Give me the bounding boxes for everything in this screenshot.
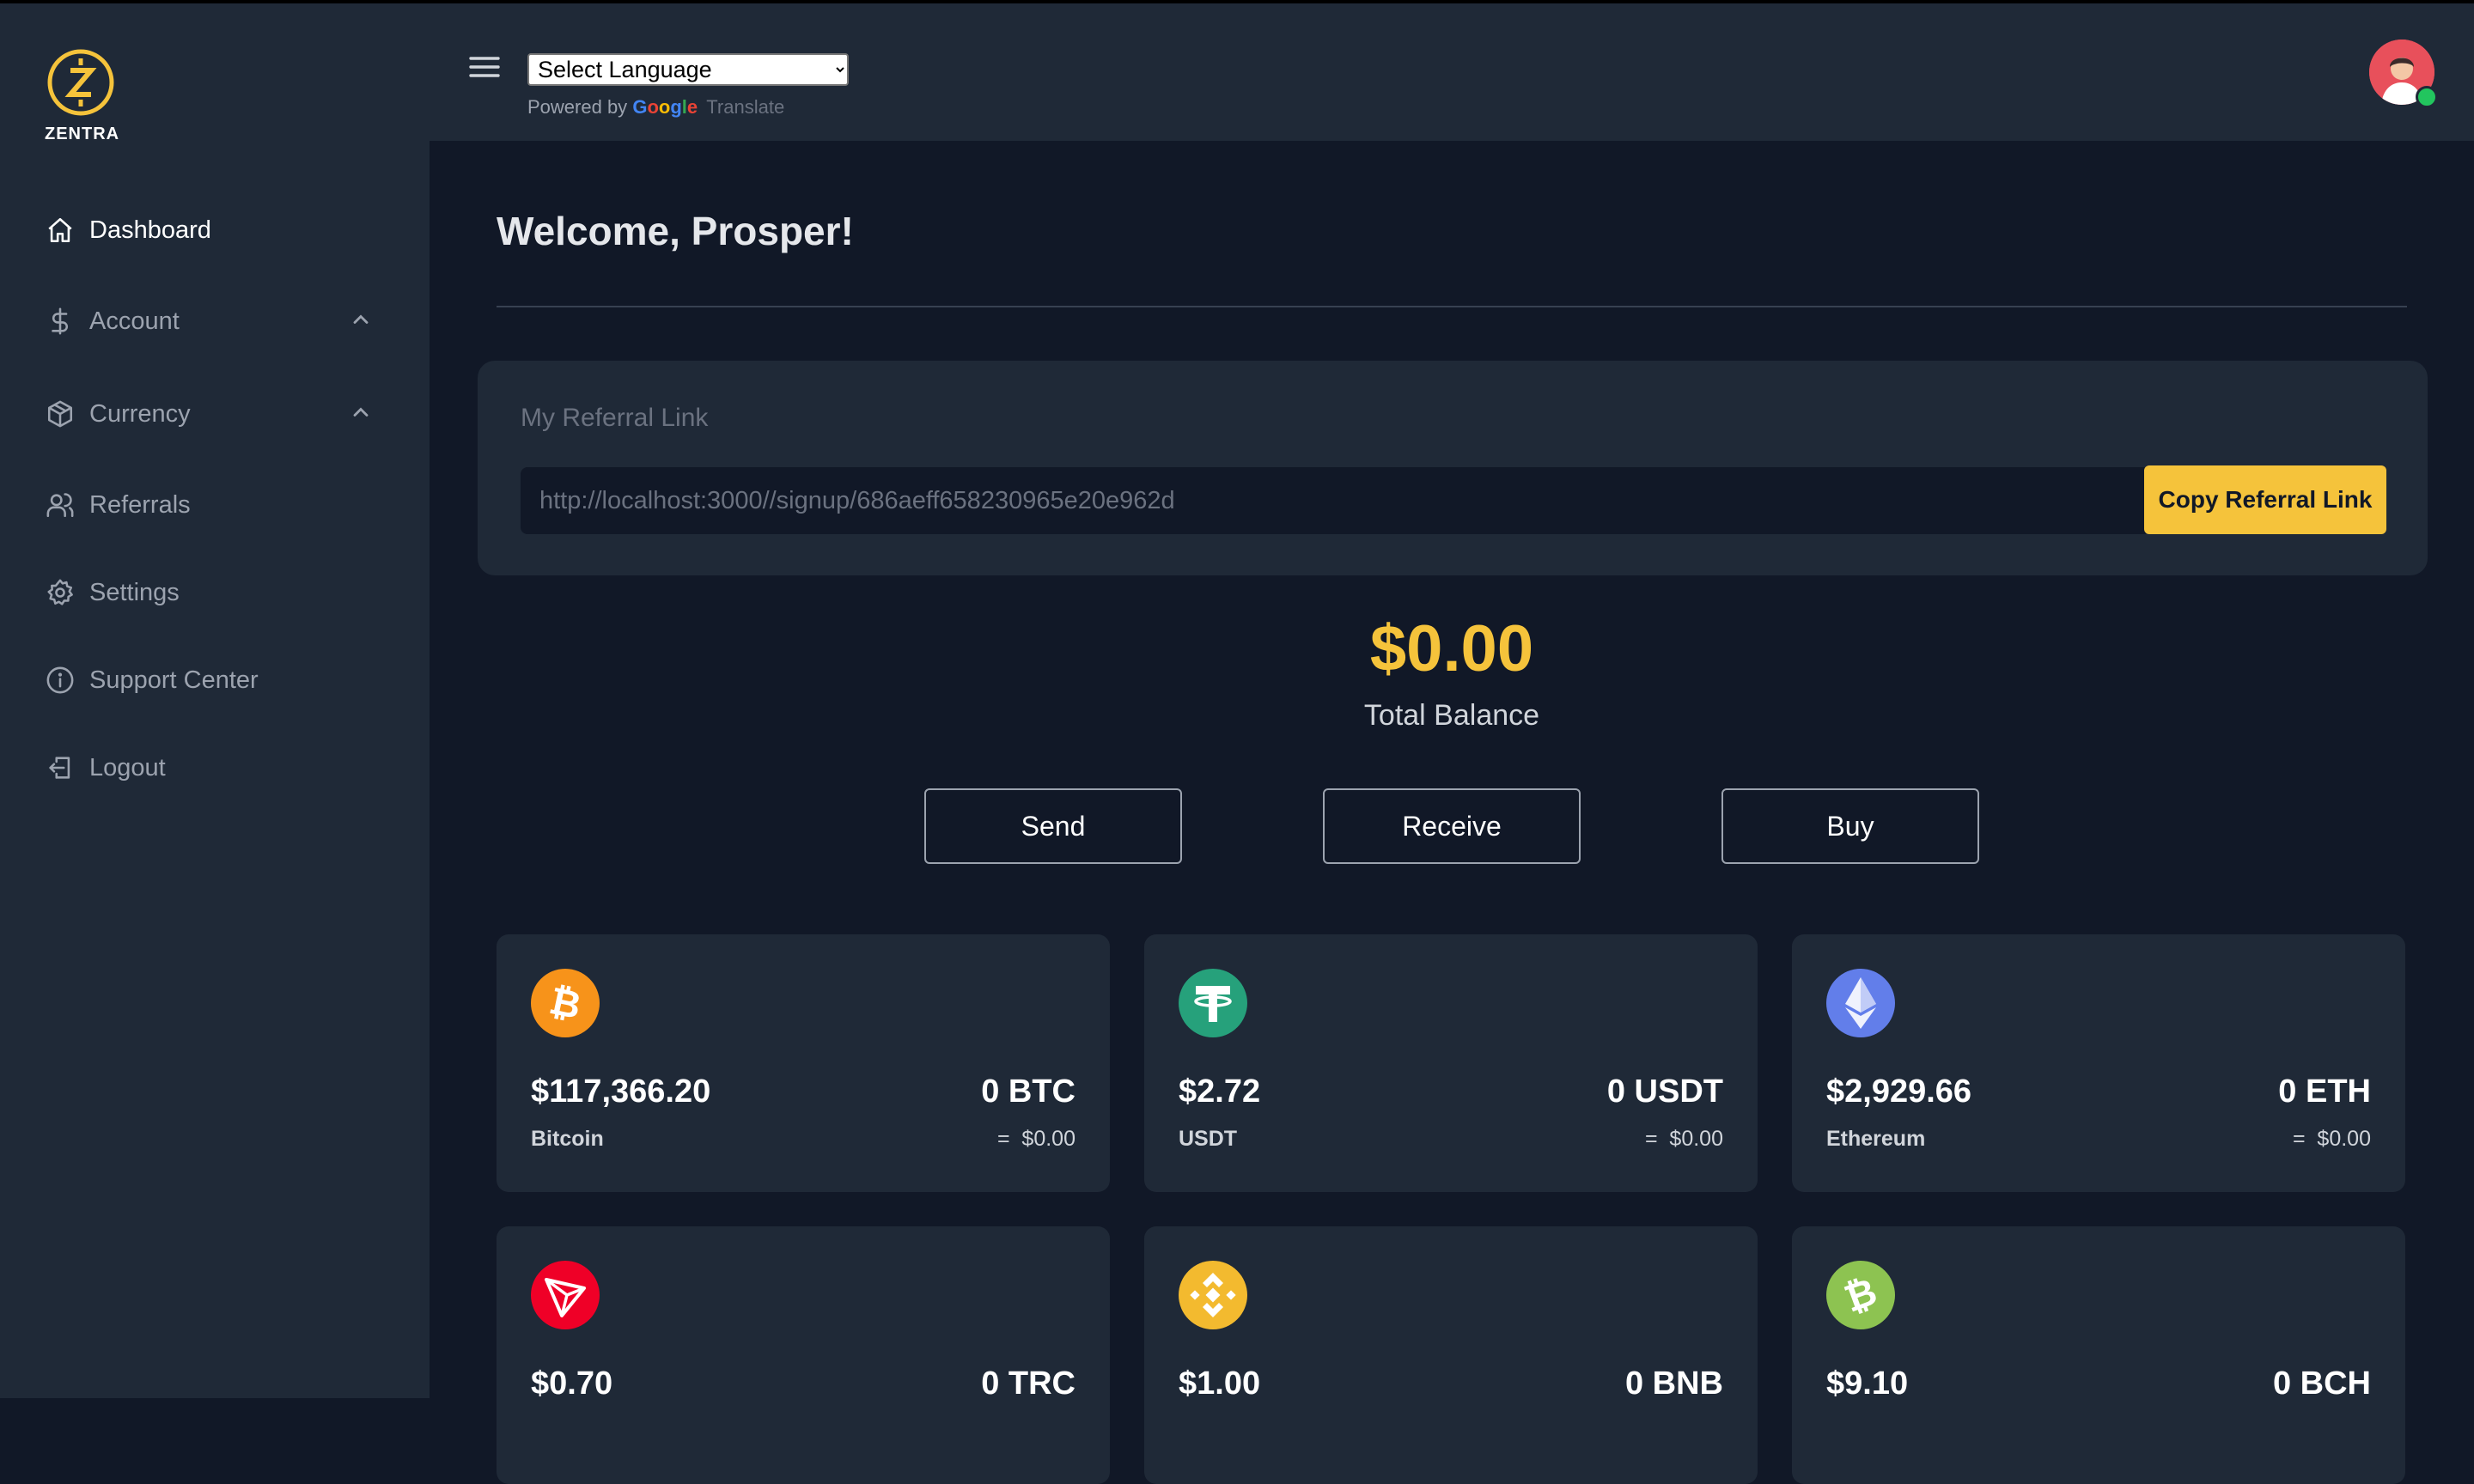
coin-card-ethereum[interactable]: $2,929.66 Ethereum 0 ETH = $0.00 [1792,934,2405,1192]
coin-amount: 0 BNB [1624,1365,1723,1402]
coin-value: = $0.00 [1644,1127,1723,1151]
language-select[interactable]: Select Language [527,53,849,86]
referral-title: My Referral Link [521,404,709,432]
coin-card-bnb[interactable]: $1.00 0 BNB [1144,1226,1758,1484]
main-content: Welcome, Prosper! My Referral Link Copy … [430,141,2474,1484]
referral-link-field[interactable] [521,467,2146,534]
gear-icon [45,577,76,608]
info-icon [45,665,76,696]
coin-value: = $0.00 [2292,1127,2371,1151]
sidebar-item-label: Currency [89,399,191,428]
brand-logo[interactable]: ZENTRA [45,48,120,144]
zentra-logo-icon [47,49,114,116]
sidebar: ZENTRA Dashboard Account Currency Referr… [0,3,430,1398]
coin-card-usdt[interactable]: $2.72 USDT 0 USDT = $0.00 [1144,934,1758,1192]
coin-card-tron[interactable]: $0.70 0 TRC [497,1226,1110,1484]
topbar: Select Language Powered by Google Transl… [430,3,2474,141]
total-balance-amount: $0.00 [1369,612,1534,685]
coin-name: Bitcoin [531,1127,604,1151]
coin-name: Ethereum [1826,1127,1926,1151]
tron-icon [531,1261,600,1329]
cube-icon [45,398,76,429]
hamburger-menu-icon[interactable] [466,52,503,82]
coin-amount: 0 TRC [981,1365,1076,1402]
coin-price: $1.00 [1179,1365,1261,1402]
sidebar-item-account[interactable]: Account [45,295,388,347]
coin-amount: 0 ETH [2278,1073,2371,1110]
sidebar-item-label: Support Center [89,666,259,694]
divider [497,306,2407,307]
sidebar-item-label: Logout [89,753,166,782]
send-button[interactable]: Send [924,788,1182,864]
google-logo[interactable]: Google [632,96,703,118]
sidebar-item-referrals[interactable]: Referrals [45,479,388,531]
online-status-indicator [2416,86,2438,108]
sidebar-item-label: Settings [89,578,180,606]
sidebar-item-logout[interactable]: Logout [45,742,388,794]
sidebar-item-label: Referrals [89,490,191,519]
coin-amount: 0 BTC [981,1073,1076,1110]
chevron-up-icon[interactable] [349,307,373,331]
receive-button[interactable]: Receive [1323,788,1581,864]
coin-amount: 0 USDT [1606,1073,1723,1110]
sidebar-item-label: Dashboard [89,216,211,244]
users-icon [45,490,76,520]
coin-card-bitcoin-cash[interactable]: ₿ $9.10 0 BCH [1792,1226,2405,1484]
sidebar-item-label: Account [89,307,180,335]
referral-card: My Referral Link Copy Referral Link [478,361,2428,575]
tether-icon [1179,969,1247,1037]
chevron-up-icon[interactable] [349,400,373,424]
sidebar-item-currency[interactable]: Currency [45,388,388,440]
powered-by-google-translate: Powered by Google Translate [527,96,784,119]
total-balance-label: Total Balance [1363,699,1540,732]
sidebar-item-dashboard[interactable]: Dashboard [45,204,388,256]
dollar-icon [45,306,76,337]
coin-price: $9.10 [1826,1365,1909,1402]
coin-price: $2.72 [1179,1073,1261,1110]
bnb-icon [1179,1261,1247,1329]
home-icon [45,215,76,246]
translate-link[interactable]: Translate [706,96,784,118]
brand-name: ZENTRA [45,125,120,143]
coin-price: $2,929.66 [1826,1073,1972,1110]
coin-card-bitcoin[interactable]: ₿ $117,366.20 Bitcoin 0 BTC = $0.00 [497,934,1110,1192]
page-title: Welcome, Prosper! [497,209,854,253]
sidebar-item-support-center[interactable]: Support Center [45,654,388,706]
coin-price: $0.70 [531,1365,613,1402]
powered-by-text: Powered by [527,96,628,118]
bitcoin-icon: ₿ [531,969,600,1037]
ethereum-icon [1826,969,1895,1037]
copy-referral-link-button[interactable]: Copy Referral Link [2144,465,2386,534]
coin-name: USDT [1179,1127,1238,1151]
coin-amount: 0 BCH [2272,1365,2371,1402]
coin-price: $117,366.20 [531,1073,711,1110]
logout-icon [45,752,76,783]
buy-button[interactable]: Buy [1721,788,1979,864]
coin-value: = $0.00 [996,1127,1076,1151]
bitcoin-cash-icon: ₿ [1826,1261,1895,1329]
sidebar-item-settings[interactable]: Settings [45,567,388,618]
